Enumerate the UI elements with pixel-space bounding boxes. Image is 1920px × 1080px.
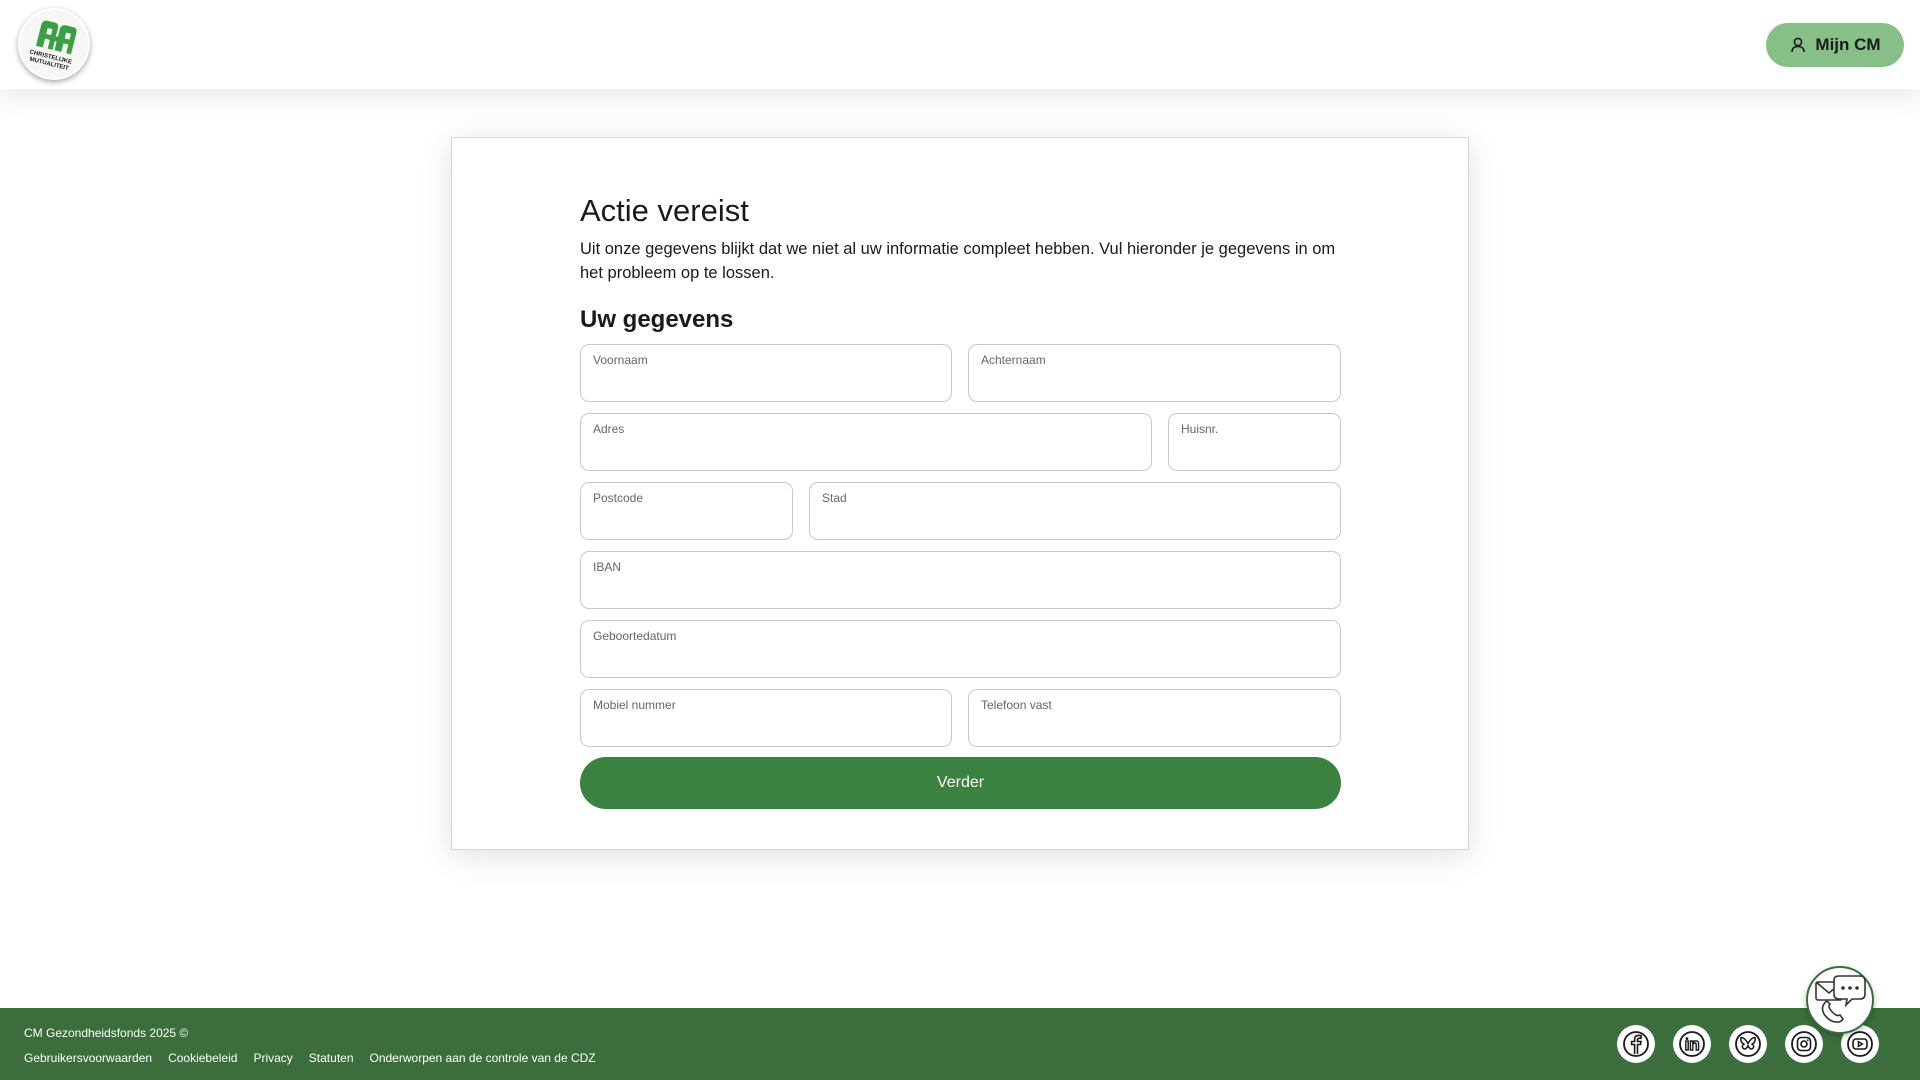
cm-logo-icon: CHRISTELIJKE MUTUALITEIT bbox=[20, 10, 88, 78]
copyright-text: CM Gezondheidsfonds 2025 © bbox=[24, 1026, 189, 1040]
stad-input[interactable] bbox=[822, 509, 1328, 533]
mobiel-field[interactable]: Mobiel nummer bbox=[580, 689, 952, 747]
geboortedatum-label: Geboortedatum bbox=[593, 629, 677, 643]
facebook-icon bbox=[1623, 1031, 1649, 1057]
site-header: CHRISTELIJKE MUTUALITEIT Mijn CM bbox=[0, 0, 1920, 89]
social-linkedin[interactable] bbox=[1673, 1025, 1711, 1063]
footer-link-statuten[interactable]: Statuten bbox=[309, 1051, 354, 1065]
achternaam-field[interactable]: Achternaam bbox=[968, 344, 1341, 402]
postcode-label: Postcode bbox=[593, 491, 644, 505]
postcode-field[interactable]: Postcode bbox=[580, 482, 793, 540]
chat-button[interactable] bbox=[1806, 966, 1874, 1034]
intro-text: Uit onze gegevens blijkt dat we niet al … bbox=[580, 240, 1336, 282]
bluesky-icon bbox=[1735, 1031, 1761, 1057]
mobiel-label: Mobiel nummer bbox=[593, 698, 676, 712]
user-icon bbox=[1791, 37, 1806, 53]
footer-link-privacy[interactable]: Privacy bbox=[253, 1051, 292, 1065]
voornaam-field[interactable]: Voornaam bbox=[580, 344, 952, 402]
page-title: Actie vereist bbox=[580, 193, 749, 228]
social-facebook[interactable] bbox=[1617, 1025, 1655, 1063]
footer-link-cookiebeleid[interactable]: Cookiebeleid bbox=[168, 1051, 237, 1065]
adres-input[interactable] bbox=[593, 440, 1139, 464]
mobiel-input[interactable] bbox=[593, 716, 939, 740]
telefoon-label: Telefoon vast bbox=[981, 698, 1052, 712]
telefoon-input[interactable] bbox=[981, 716, 1328, 740]
stad-field[interactable]: Stad bbox=[809, 482, 1341, 540]
instagram-icon bbox=[1791, 1031, 1817, 1057]
footer-links: Gebruikersvoorwaarden Cookiebeleid Priva… bbox=[24, 1051, 596, 1065]
mijn-cm-label: Mijn CM bbox=[1815, 35, 1881, 54]
footer-link-cdz[interactable]: Onderworpen aan de controle van de CDZ bbox=[370, 1051, 596, 1065]
cm-logo[interactable]: CHRISTELIJKE MUTUALITEIT bbox=[18, 8, 90, 80]
chat-phone-icon bbox=[1815, 975, 1866, 1023]
linkedin-icon bbox=[1679, 1031, 1705, 1057]
stad-label: Stad bbox=[822, 491, 847, 505]
geboortedatum-field[interactable]: Geboortedatum bbox=[580, 620, 1341, 678]
voornaam-label: Voornaam bbox=[593, 353, 648, 367]
iban-field[interactable]: IBAN bbox=[580, 551, 1341, 609]
iban-label: IBAN bbox=[593, 560, 622, 574]
verder-button[interactable]: Verder bbox=[580, 757, 1341, 809]
adres-label: Adres bbox=[593, 422, 625, 436]
adres-field[interactable]: Adres bbox=[580, 413, 1152, 471]
social-bluesky[interactable] bbox=[1729, 1025, 1767, 1063]
mijn-cm-button[interactable]: Mijn CM bbox=[1766, 23, 1904, 67]
form-card: Actie vereist Uit onze gegevens blijkt d… bbox=[451, 137, 1469, 850]
social-instagram[interactable] bbox=[1785, 1025, 1823, 1063]
achternaam-label: Achternaam bbox=[981, 353, 1046, 367]
geboortedatum-input[interactable] bbox=[593, 647, 1328, 671]
achternaam-input[interactable] bbox=[981, 371, 1328, 395]
huisnr-field[interactable]: Huisnr. bbox=[1168, 413, 1341, 471]
voornaam-input[interactable] bbox=[593, 371, 939, 395]
huisnr-label: Huisnr. bbox=[1181, 422, 1219, 436]
iban-input[interactable] bbox=[593, 578, 1328, 602]
huisnr-input[interactable] bbox=[1181, 440, 1328, 464]
site-footer: CM Gezondheidsfonds 2025 © Gebruikersvoo… bbox=[0, 1008, 1920, 1080]
postcode-input[interactable] bbox=[593, 509, 780, 533]
section-title: Uw gegevens bbox=[580, 306, 734, 333]
youtube-icon bbox=[1847, 1031, 1873, 1057]
footer-link-gebruikersvoorwaarden[interactable]: Gebruikersvoorwaarden bbox=[24, 1051, 152, 1065]
telefoon-field[interactable]: Telefoon vast bbox=[968, 689, 1341, 747]
